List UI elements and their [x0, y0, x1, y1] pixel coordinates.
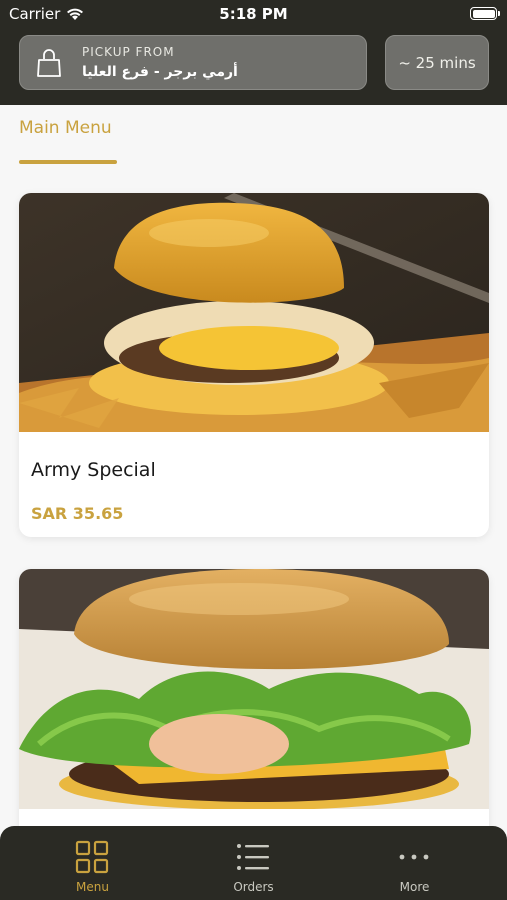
menu-item-name: Army Special — [31, 459, 156, 481]
tab-main-menu[interactable]: Main Menu — [19, 118, 112, 138]
pickup-location-name: أرمي برجر - فرع العليا — [82, 64, 238, 80]
tab-more[interactable]: More — [330, 826, 499, 900]
tab-orders-label: Orders — [233, 880, 274, 894]
menu-item-card[interactable]: Army Special SAR 35.65 — [19, 193, 489, 537]
tab-menu-label: Menu — [76, 880, 109, 894]
more-dots-icon — [399, 854, 429, 860]
tab-more-label: More — [399, 880, 430, 894]
menu-item-price: SAR 35.65 — [31, 504, 124, 523]
pickup-location-button[interactable]: PICKUP FROM أرمي برجر - فرع العليا — [19, 35, 367, 90]
grid-icon — [75, 840, 109, 874]
pickup-label: PICKUP FROM — [82, 45, 175, 59]
tab-active-indicator — [19, 160, 117, 164]
tab-menu[interactable]: Menu — [8, 826, 177, 900]
wait-time-button[interactable]: ~ 25 mins — [385, 35, 489, 90]
bottom-tab-bar: Menu Orders More — [0, 826, 507, 900]
tab-orders[interactable]: Orders — [169, 826, 338, 900]
status-bar: Carrier 5:18 PM — [0, 0, 507, 28]
burger-image — [19, 193, 489, 432]
menu-content[interactable]: Main Menu Army Special SAR 35.65 — [0, 105, 507, 900]
burger-image — [19, 569, 489, 809]
shopping-bag-icon — [37, 49, 61, 77]
list-icon — [237, 844, 269, 870]
pickup-header: PICKUP FROM أرمي برجر - فرع العليا ~ 25 … — [0, 28, 507, 105]
battery-icon — [470, 7, 500, 20]
status-time: 5:18 PM — [219, 5, 288, 23]
